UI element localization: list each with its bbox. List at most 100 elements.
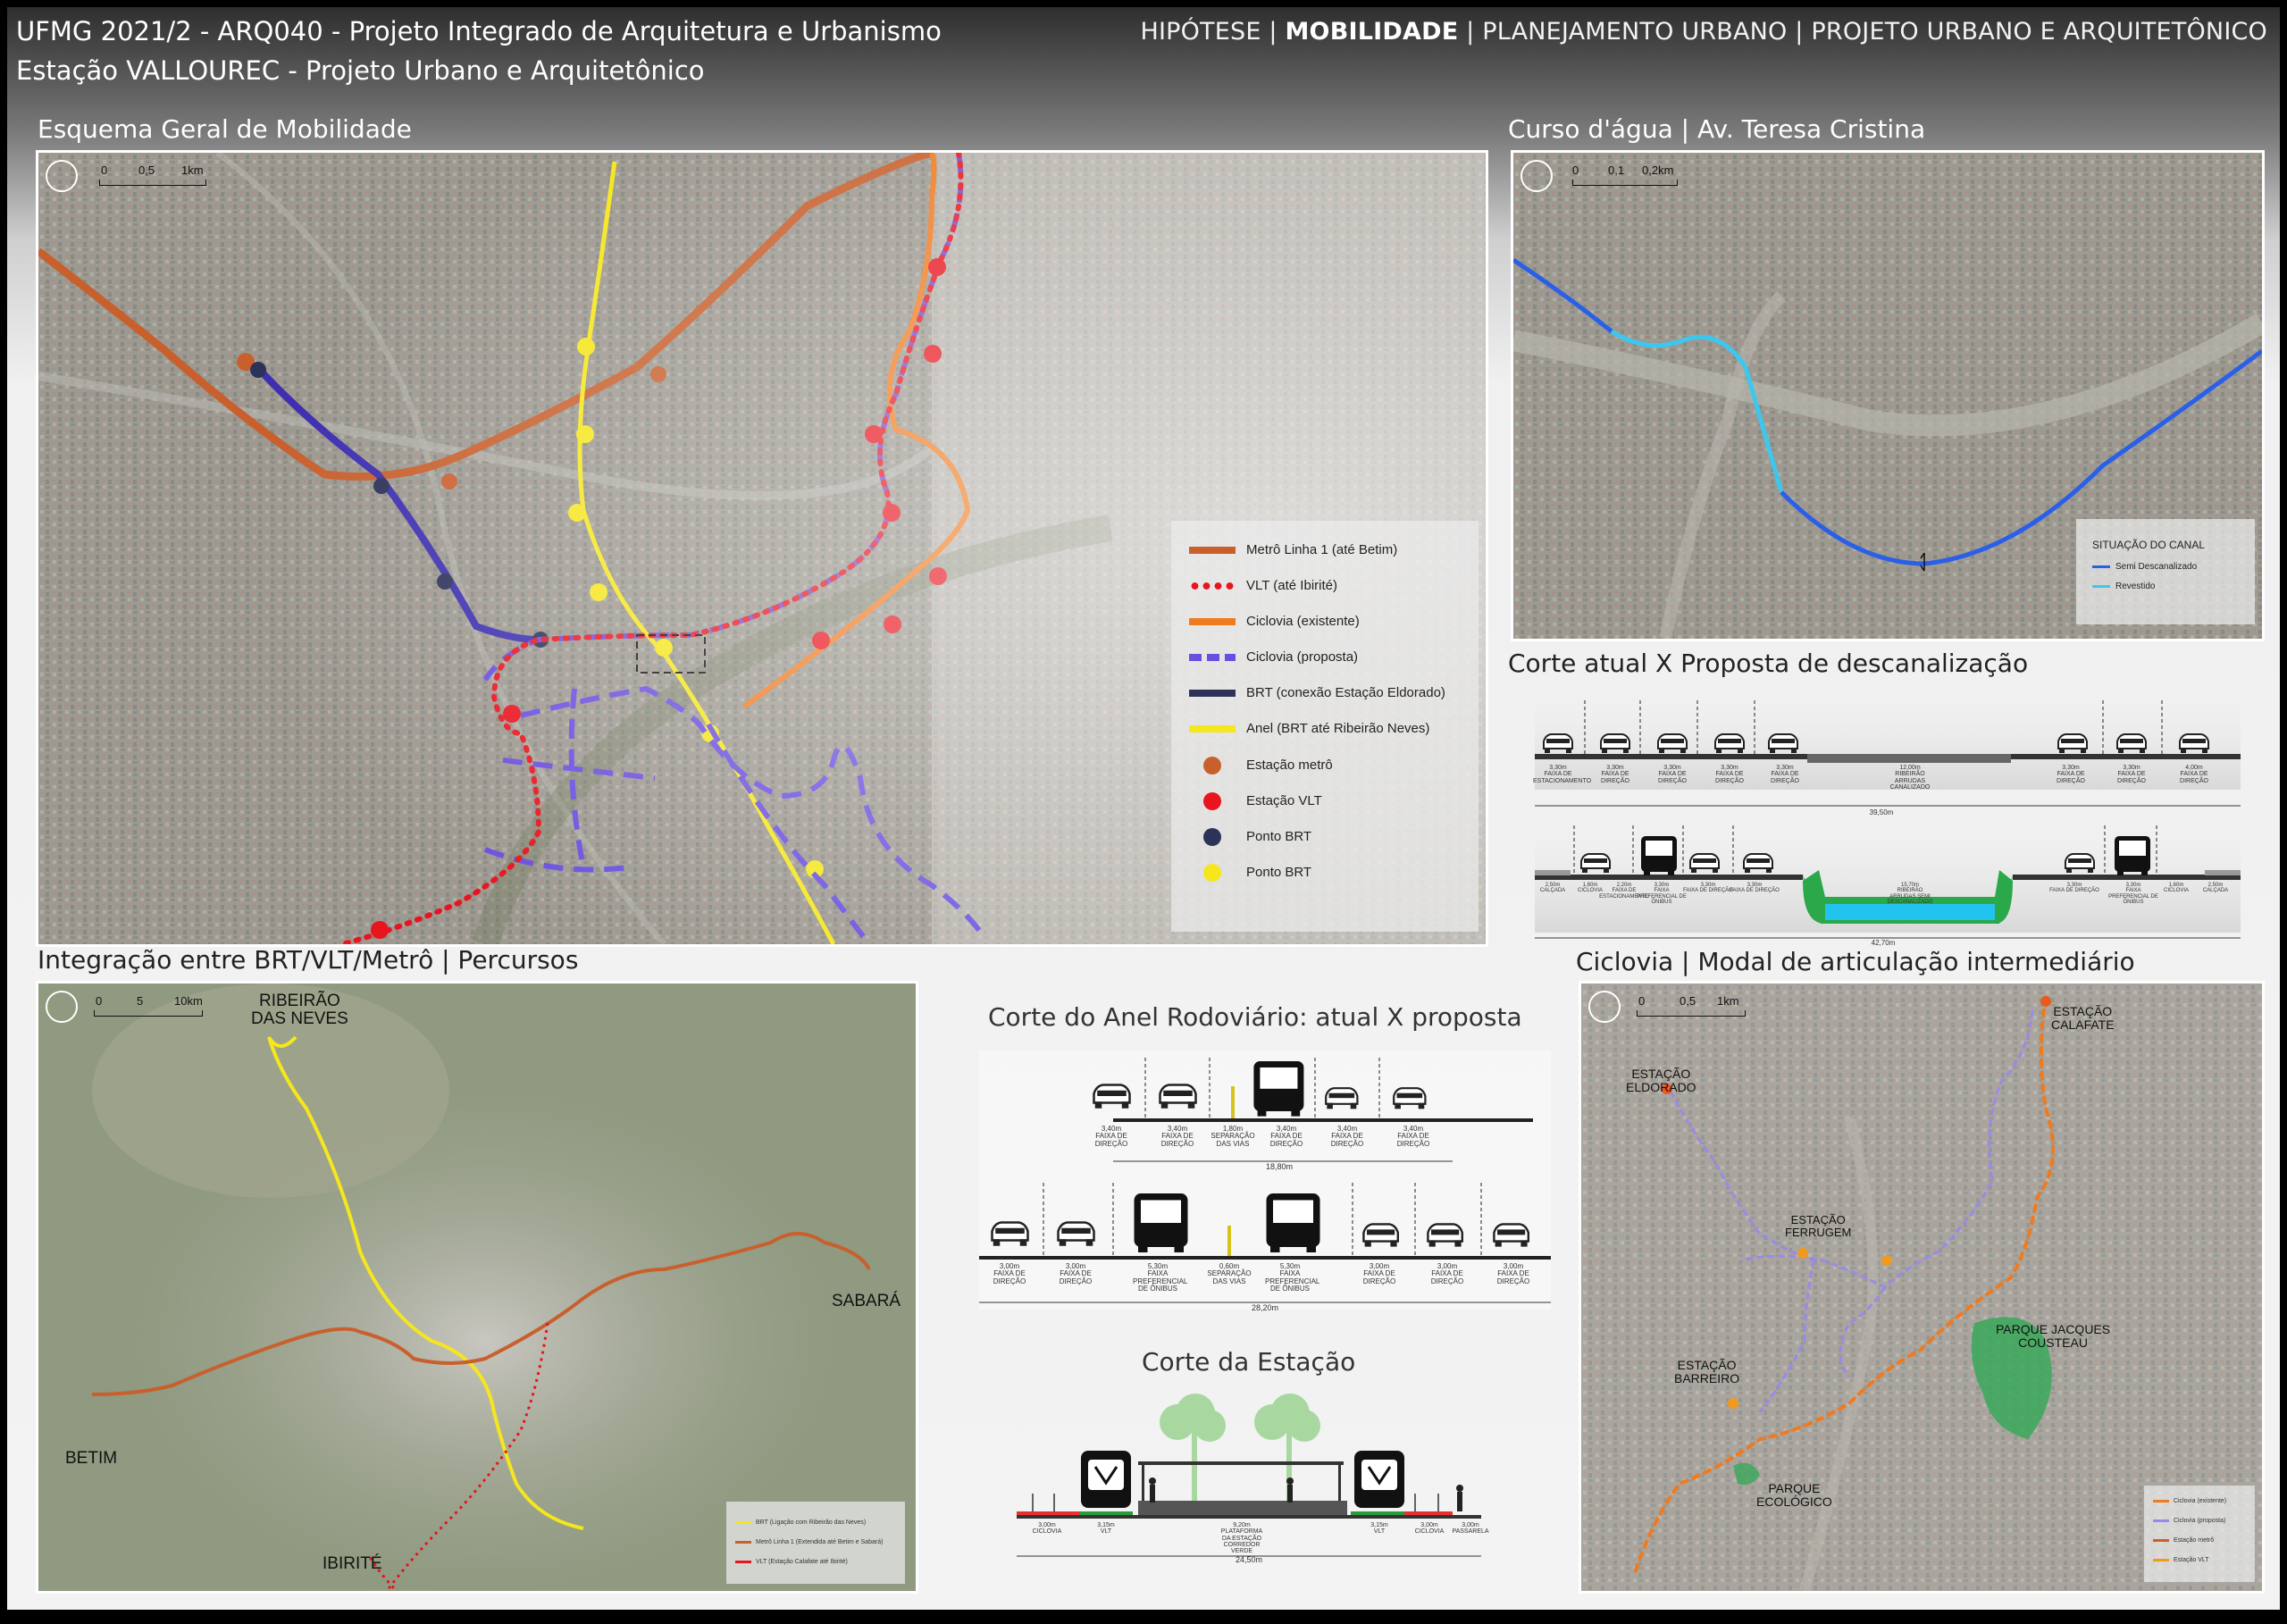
label-eldorado: ESTAÇÃO ELDORADO	[1626, 1067, 1696, 1094]
legend-label: Ciclovia (proposta)	[2174, 1518, 2226, 1524]
dimension-label: 12,00m RIBEIRÃO ARRUDAS CANALIZADO	[1889, 765, 1931, 791]
scale-end: 10km	[174, 994, 203, 1008]
legend-item: BRT (Ligação com Ribeirão das Neves)	[735, 1519, 866, 1526]
dimension-label: 0,60m SEPARAÇÃO DAS VIAS	[1207, 1262, 1252, 1285]
bike-map[interactable]: 0 0,5 1km ESTAÇÃO CALAFATE ESTAÇÃO ELDOR…	[1579, 981, 2265, 1594]
legend-label: VLT (Estação Calafate até Ibirité)	[756, 1559, 848, 1565]
top-nav: HIPÓTESE | MOBILIDADE | PLANEJAMENTO URB…	[1140, 18, 2267, 46]
nav-projeto[interactable]: PROJETO URBANO E ARQUITETÔNICO	[1811, 18, 2267, 46]
legend-item: Ciclovia (existente)	[2153, 1498, 2226, 1504]
legend-item: Estação VLT	[2153, 1557, 2209, 1563]
legend-label: BRT (conexão Estação Eldorado)	[1246, 685, 1445, 700]
legend-label: Estação metrô	[1246, 757, 1333, 773]
legend-item: Metrô Linha 1 (Extendida até Betim e Sab…	[735, 1539, 883, 1545]
watercourse-map[interactable]: 0 0,1 0,2km SITUAÇÃO DO CANAL Semi Desca…	[1511, 150, 2265, 641]
dimension-label: 3,30m FAIXA PREFERENCIAL DE ÔNIBUS	[1637, 883, 1687, 905]
ring-current-total: 18,80m	[1265, 1162, 1294, 1171]
scale-bar	[99, 180, 206, 186]
label-ferrugem: ESTAÇÃO FERRUGEM	[1785, 1213, 1852, 1239]
canal-current-total: 39,50m	[1869, 808, 1894, 816]
north-icon	[1520, 160, 1553, 192]
legend-item: Anel (BRT até Ribeirão Neves)	[1189, 721, 1429, 736]
dimension-label: 2,50m CALÇADA	[2202, 883, 2229, 894]
legend-swatch	[1203, 828, 1221, 846]
dimension-label: 3,40m FAIXA DE DIREÇÃO	[1269, 1125, 1303, 1148]
station-section: 3,00m CICLOVIA 3,15m VLT 9,20m PLATAFORMA …	[1017, 1386, 1489, 1565]
station-title: Corte da Estação	[1142, 1347, 1356, 1377]
scale-end: 1km	[1717, 994, 1739, 1008]
dimension-label: 15,70m RIBEIRÃO ARRUDAS SEMI DESCANALIZA…	[1887, 883, 1933, 905]
dimension-label: 1,80m SEPARAÇÃO DAS VIAS	[1211, 1125, 1255, 1148]
legend-swatch	[735, 1540, 751, 1544]
legend-label: Estação metrô	[2174, 1537, 2215, 1544]
legend-label: Ciclovia (proposta)	[1246, 649, 1359, 665]
scale-0: 0	[96, 994, 103, 1008]
legend-swatch	[1203, 757, 1221, 774]
label-ibirite: IBIRITÉ	[323, 1554, 382, 1573]
scale-end: 1km	[181, 163, 204, 177]
scale-0: 0	[101, 163, 108, 177]
legend-item: Revestido	[2092, 582, 2155, 591]
dimension-label: 3,00m FAIXA DE DIREÇÃO	[1430, 1262, 1464, 1285]
north-icon	[46, 160, 78, 192]
legend-swatch	[1189, 725, 1236, 733]
legend-swatch	[1189, 690, 1236, 698]
canal-sections-svg	[1535, 691, 2241, 939]
legend-label: Ciclovia (existente)	[2174, 1498, 2227, 1504]
nav-sep: |	[1261, 18, 1286, 46]
legend-item: Ponto BRT	[1189, 828, 1311, 846]
legend-label: Metrô Linha 1 (Extendida até Betim e Sab…	[756, 1539, 884, 1545]
dimension-label: 3,40m FAIXA DE DIREÇÃO	[1160, 1125, 1194, 1148]
dimension-label: 3,30m FAIXA DE DIREÇÃO	[1658, 765, 1687, 784]
scale-bar	[94, 1010, 203, 1017]
dimension-label: 3,40m FAIXA DE DIREÇÃO	[1094, 1125, 1128, 1148]
legend-swatch	[1203, 864, 1221, 882]
scale-end: 0,2km	[1642, 163, 1674, 177]
dimension-label: 3,30m FAIXA DE DIREÇÃO	[1683, 883, 1733, 894]
legend-label: Anel (BRT até Ribeirão Neves)	[1246, 721, 1430, 736]
ring-road-title: Corte do Anel Rodoviário: atual X propos…	[988, 1002, 1522, 1032]
legend-label: Ciclovia (existente)	[1246, 614, 1360, 629]
nav-hipotese[interactable]: HIPÓTESE	[1140, 18, 1261, 46]
watercourse-legend: SITUAÇÃO DO CANAL Semi Descanalizado Rev…	[2076, 519, 2255, 624]
nav-mobilidade[interactable]: MOBILIDADE	[1285, 18, 1458, 46]
legend-item: BRT (conexão Estação Eldorado)	[1189, 685, 1445, 700]
section-title-watercourse: Curso d'água | Av. Teresa Cristina	[1508, 114, 1926, 144]
dimension-label: 4,00m FAIXA DE DIREÇÃO	[2180, 765, 2208, 784]
dimension-label: 3,30m FAIXA DE DIREÇÃO	[2117, 765, 2146, 784]
mobility-map[interactable]: 0 0,5 1km Metrô Linha 1 (até Betim) VLT (…	[36, 150, 1488, 947]
section-title-canal: Corte atual X Proposta de descanalização	[1508, 649, 2029, 678]
dimension-label: 9,20m PLATAFORMA DA ESTAÇÃO CORREDOR VER…	[1220, 1522, 1263, 1555]
scale-bar	[1637, 1010, 1746, 1017]
dimension-label: 3,30m FAIXA DE DIREÇÃO	[1601, 765, 1629, 784]
dimension-label: 5,30m FAIXA PREFERENCIAL DE ÔNIBUS	[1133, 1262, 1188, 1293]
north-icon	[1588, 991, 1621, 1023]
legend-swatch	[2153, 1558, 2169, 1561]
legend-item: Estação metrô	[2153, 1537, 2214, 1544]
legend-swatch	[1189, 547, 1236, 555]
legend-swatch	[2153, 1538, 2169, 1542]
scale-bar	[1572, 180, 1678, 186]
legend-label: Estação VLT	[1246, 792, 1322, 808]
canal-proposed-total: 42,70m	[1871, 939, 1896, 947]
legend-title: SITUAÇÃO DO CANAL	[2092, 539, 2206, 551]
nav-sep: |	[1458, 18, 1483, 46]
legend-item: Ciclovia (proposta)	[2153, 1518, 2225, 1524]
integration-map-svg	[38, 984, 916, 1591]
mobility-legend: Metrô Linha 1 (até Betim) VLT (até Ibirit…	[1171, 521, 1479, 932]
scale-0: 0	[1572, 163, 1579, 177]
legend-label: Estação VLT	[2174, 1557, 2209, 1563]
project-title: Estação VALLOUREC - Projeto Urbano e Arq…	[16, 55, 705, 86]
nav-sep: |	[1787, 18, 1812, 46]
dimension-label: 3,00m FAIXA DE DIREÇÃO	[1496, 1262, 1530, 1285]
dimension-label: 3,30m FAIXA DE ESTACIONAMENTO	[1533, 765, 1592, 784]
label-betim: BETIM	[65, 1449, 118, 1468]
nav-planejamento[interactable]: PLANEJAMENTO URBANO	[1482, 18, 1787, 46]
dimension-label: 3,15m VLT	[1370, 1522, 1388, 1536]
station-total: 24,50m	[1235, 1555, 1263, 1564]
legend-item: Ciclovia (proposta)	[1189, 649, 1358, 665]
presentation-board: UFMG 2021/2 - ARQ040 - Projeto Integrado…	[7, 7, 2280, 1610]
dimension-label: 3,15m VLT	[1097, 1522, 1115, 1536]
integration-map[interactable]: 0 5 10km RIBEIRÃO DAS NEVES SABARÁ BETIM…	[36, 981, 918, 1594]
legend-swatch	[1189, 618, 1236, 626]
